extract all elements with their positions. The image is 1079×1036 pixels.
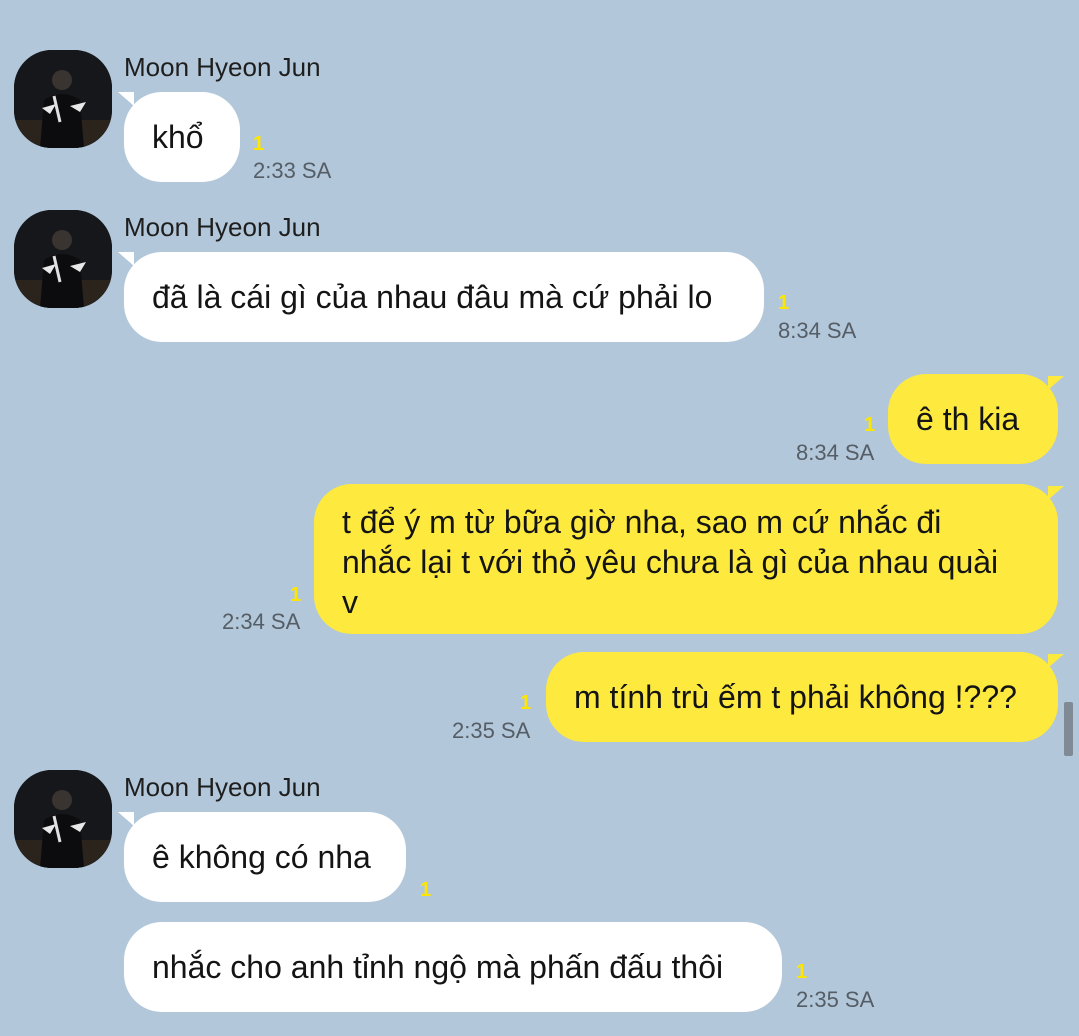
message-text: ê không có nha (152, 839, 371, 875)
bubble-tail (1048, 376, 1064, 390)
bubble-tail (118, 252, 134, 266)
message-time: 2:35 SA (452, 718, 531, 743)
message-line: t để ý m từ bữa giờ nha, sao m cứ nhắc đ… (342, 504, 942, 540)
unread-count: 1 (290, 584, 302, 606)
sender-name: Moon Hyeon Jun (124, 52, 321, 82)
contact-avatar[interactable] (14, 770, 112, 868)
unread-count: 1 (796, 961, 808, 983)
bubble-tail (1048, 486, 1064, 500)
unread-count: 1 (253, 133, 265, 155)
contact-avatar[interactable] (14, 210, 112, 308)
unread-count: 1 (420, 879, 432, 901)
scrollbar-thumb[interactable] (1064, 702, 1073, 756)
message-bubble-outgoing[interactable]: m tính trù ếm t phải không !??? (546, 652, 1058, 742)
message-time: 8:34 SA (796, 440, 875, 465)
message-bubble-incoming[interactable]: nhắc cho anh tỉnh ngộ mà phấn đấu thôi (124, 922, 782, 1012)
message-time: 2:35 SA (796, 987, 875, 1012)
message-time: 2:33 SA (253, 158, 332, 183)
message-bubble-incoming[interactable]: khổ (124, 92, 240, 182)
message-text: đã là cái gì của nhau đâu mà cứ phải lo (152, 279, 713, 315)
avatar-photo-icon (14, 50, 112, 148)
message-text: khổ (152, 119, 204, 155)
chat-view: Moon Hyeon Jun khổ 1 2:33 SA Moon Hyeon … (0, 0, 1079, 1036)
message-time: 2:34 SA (222, 609, 301, 634)
message-bubble-outgoing[interactable]: ê th kia (888, 374, 1058, 464)
message-text: nhắc cho anh tỉnh ngộ mà phấn đấu thôi (152, 949, 724, 985)
unread-count: 1 (778, 292, 790, 314)
unread-count: 1 (864, 414, 876, 436)
message-time: 8:34 SA (778, 318, 857, 343)
bubble-tail (118, 812, 134, 826)
contact-avatar[interactable] (14, 50, 112, 148)
message-bubble-incoming[interactable]: đã là cái gì của nhau đâu mà cứ phải lo (124, 252, 764, 342)
sender-name: Moon Hyeon Jun (124, 212, 321, 242)
message-line: nhắc lại t với thỏ yêu chưa là gì của nh… (342, 544, 999, 580)
bubble-tail (1048, 654, 1064, 668)
unread-count: 1 (520, 692, 532, 714)
message-text: ê th kia (916, 401, 1020, 437)
bubble-tail (118, 92, 134, 106)
avatar-photo-icon (14, 770, 112, 868)
message-bubble-incoming[interactable]: ê không có nha (124, 812, 406, 902)
message-bubble-outgoing[interactable]: t để ý m từ bữa giờ nha, sao m cứ nhắc đ… (314, 484, 1058, 634)
message-text: t để ý m từ bữa giờ nha, sao m cứ nhắc đ… (342, 502, 998, 622)
avatar-photo-icon (14, 210, 112, 308)
message-text: m tính trù ếm t phải không !??? (574, 679, 1017, 715)
message-line: v (342, 584, 358, 620)
sender-name: Moon Hyeon Jun (124, 772, 321, 802)
